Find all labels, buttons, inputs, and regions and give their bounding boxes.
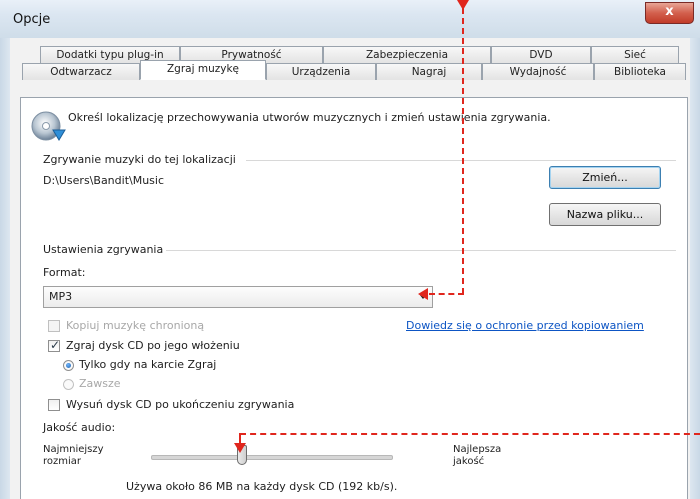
window-title: Opcje [13, 12, 51, 27]
location-path: D:\Users\Bandit\Music [43, 174, 165, 187]
copy-protect-checkbox[interactable] [48, 320, 60, 332]
annotation-line-quality [240, 433, 700, 435]
checkmark-icon: ✓ [50, 338, 61, 352]
audio-quality-label: Jakość audio: [43, 421, 116, 434]
close-button[interactable]: x [645, 2, 694, 24]
tab-rip-music[interactable]: Zgraj muzykę [140, 60, 266, 80]
eject-checkbox[interactable] [48, 399, 60, 411]
annotation-arrow-head-slider [234, 443, 246, 453]
radio-only-tab[interactable] [63, 360, 74, 371]
format-label: Format: [43, 266, 86, 279]
dialog-content: Dodatki typu plug-in Prywatność Zabezpie… [10, 38, 690, 499]
radio-always-label: Zawsze [79, 377, 121, 390]
change-location-button[interactable]: Zmień... [549, 166, 661, 189]
tab-player[interactable]: Odtwarzacz [22, 63, 140, 80]
location-heading: Zgrywanie muzyki do tej lokalizacji [43, 153, 236, 166]
min-size-label-1: Najmniejszy [43, 444, 104, 455]
tab-dvd[interactable]: DVD [491, 46, 591, 63]
tab-performance[interactable]: Wydajność [482, 63, 594, 80]
rip-cd-checkbox[interactable]: ✓ [48, 338, 61, 352]
max-quality-label-2: jakość [453, 456, 485, 467]
cd-rip-icon [29, 108, 69, 148]
quality-slider-track[interactable] [151, 455, 393, 460]
rip-music-panel: Określ lokalizację przechowywania utworó… [20, 97, 688, 499]
copy-protect-label: Kopiuj muzykę chronioną [66, 319, 205, 332]
window-frame-left [0, 38, 10, 499]
rip-settings-heading: Ustawienia zgrywania [43, 243, 164, 256]
tab-burn[interactable]: Nagraj [376, 63, 482, 80]
window-frame-right [690, 38, 700, 499]
format-value: MP3 [49, 290, 73, 303]
radio-only-tab-label: Tylko gdy na karcie Zgraj [79, 358, 217, 371]
intro-text: Określ lokalizację przechowywania utworó… [68, 111, 551, 124]
rip-cd-label: Zgraj dysk CD po jego włożeniu [66, 339, 240, 352]
format-select[interactable]: MP3 [43, 286, 433, 308]
tab-security[interactable]: Zabezpieczenia [323, 46, 491, 63]
usage-text: Używa około 86 MB na każdy dysk CD (192 … [126, 480, 398, 493]
close-icon: x [665, 4, 674, 19]
divider [166, 250, 676, 251]
tab-network[interactable]: Sieć [591, 46, 679, 63]
filename-button[interactable]: Nazwa pliku... [549, 203, 661, 226]
eject-label: Wysuń dysk CD po ukończeniu zgrywania [66, 398, 295, 411]
divider [246, 160, 676, 161]
annotation-arrow-head-format [418, 288, 428, 300]
tab-library[interactable]: Biblioteka [594, 63, 686, 80]
radio-always[interactable] [63, 379, 74, 390]
annotation-line-vertical [462, 8, 464, 294]
tab-devices[interactable]: Urządzenia [266, 63, 376, 80]
copy-protect-link[interactable]: Dowiedz się o ochronie przed kopiowaniem [406, 319, 644, 332]
annotation-line-horizontal [429, 293, 464, 295]
max-quality-label-1: Najlepsza [453, 444, 502, 455]
radio-dot-icon [66, 363, 71, 368]
min-size-label-2: rozmiar [43, 456, 82, 467]
title-bar: Opcje x [0, 0, 700, 38]
